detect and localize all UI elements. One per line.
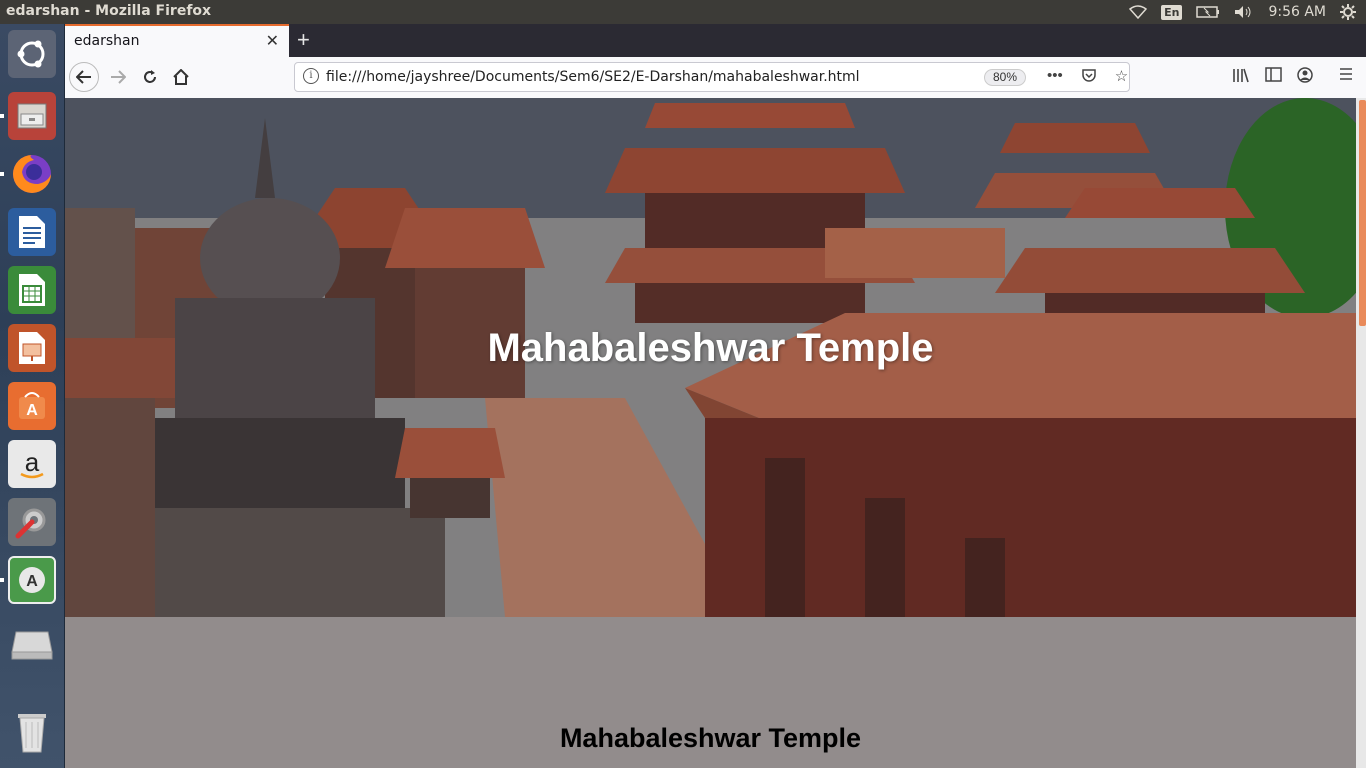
updater-icon[interactable]: A: [8, 556, 56, 604]
pocket-icon[interactable]: [1081, 67, 1097, 87]
trash-icon[interactable]: [8, 708, 56, 756]
running-indicator: [0, 114, 4, 118]
gear-icon[interactable]: [1340, 4, 1356, 20]
disk-icon[interactable]: [8, 618, 56, 666]
sidebar-icon[interactable]: [1265, 67, 1282, 87]
calc-icon[interactable]: [8, 266, 56, 314]
close-tab-icon[interactable]: ✕: [266, 31, 279, 51]
keyboard-layout-indicator[interactable]: En: [1161, 4, 1183, 20]
ubuntu-logo-icon[interactable]: [8, 30, 56, 78]
forward-arrow-icon[interactable]: [103, 62, 133, 92]
page-actions-icon[interactable]: •••: [1047, 67, 1063, 87]
home-icon[interactable]: [166, 62, 196, 92]
bookmark-star-icon[interactable]: ☆: [1115, 67, 1128, 87]
top-panel: edarshan - Mozilla Firefox En 9:56 AM: [0, 0, 1366, 24]
firefox-window: edarshan ✕ + i file:///home/jayshree/Doc…: [65, 24, 1366, 768]
writer-icon[interactable]: [8, 208, 56, 256]
running-indicator: [0, 578, 4, 582]
launcher: A a A: [0, 24, 65, 768]
info-icon[interactable]: i: [303, 68, 319, 84]
wifi-icon[interactable]: [1129, 5, 1148, 19]
tab-edarshan[interactable]: edarshan ✕: [65, 24, 289, 57]
svg-text:A: A: [26, 573, 38, 590]
running-indicator: [0, 172, 4, 176]
tab-bar: edarshan ✕ +: [65, 24, 1366, 57]
content-section: Mahabaleshwar Temple: [65, 617, 1356, 768]
page-content: Mahabaleshwar Temple Mahabaleshwar Templ…: [65, 98, 1356, 768]
section-heading: Mahabaleshwar Temple: [559, 723, 862, 753]
svg-text:A: A: [26, 402, 38, 419]
system-tray: En 9:56 AM: [1129, 0, 1366, 24]
hamburger-menu-icon[interactable]: [1339, 67, 1353, 86]
hero-title: Mahabaleshwar Temple: [487, 326, 934, 370]
reload-icon[interactable]: [135, 62, 165, 92]
url-actions: ••• ☆: [1047, 67, 1128, 87]
scrollbar-thumb[interactable]: [1359, 100, 1366, 326]
settings-icon[interactable]: [8, 498, 56, 546]
zoom-indicator[interactable]: 80%: [984, 69, 1027, 86]
amazon-icon[interactable]: a: [8, 440, 56, 488]
firefox-icon[interactable]: [8, 150, 56, 198]
volume-icon[interactable]: [1234, 5, 1254, 19]
new-tab-icon[interactable]: +: [297, 27, 310, 53]
tab-label: edarshan: [74, 33, 140, 49]
software-center-icon[interactable]: A: [8, 382, 56, 430]
url-bar[interactable]: i file:///home/jayshree/Documents/Sem6/S…: [294, 62, 1130, 92]
scrollbar[interactable]: [1356, 98, 1366, 768]
battery-icon[interactable]: [1196, 5, 1220, 19]
svg-text:a: a: [25, 447, 40, 477]
back-arrow-icon[interactable]: [69, 62, 99, 92]
hero-banner: Mahabaleshwar Temple: [65, 98, 1356, 617]
window-title: edarshan - Mozilla Firefox: [6, 3, 212, 19]
account-icon[interactable]: [1297, 67, 1313, 88]
library-icon[interactable]: [1232, 67, 1250, 88]
navigation-bar: i file:///home/jayshree/Documents/Sem6/S…: [65, 57, 1366, 99]
impress-icon[interactable]: [8, 324, 56, 372]
url-text[interactable]: file:///home/jayshree/Documents/Sem6/SE2…: [326, 69, 860, 85]
file-cabinet-icon[interactable]: [8, 92, 56, 140]
clock[interactable]: 9:56 AM: [1268, 4, 1326, 20]
